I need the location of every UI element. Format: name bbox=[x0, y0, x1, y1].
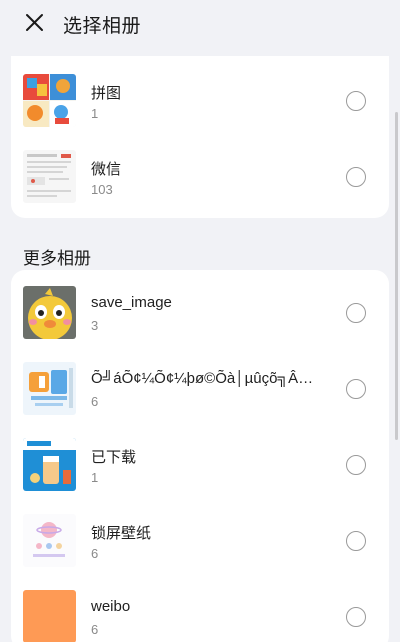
album-name: 微信 bbox=[91, 161, 122, 178]
recent-albums-card: 拼图 1 微信 103 bbox=[11, 56, 389, 218]
section-title-more-albums: 更多相册 bbox=[23, 249, 91, 268]
album-name: 锁屏壁纸 bbox=[91, 525, 152, 542]
album-count: 6 bbox=[91, 622, 99, 637]
album-row-lockscreen-wallpaper[interactable]: 锁屏壁纸 6 bbox=[11, 502, 389, 578]
album-row-wechat[interactable]: 微信 103 bbox=[11, 138, 389, 214]
album-name: 已下载 bbox=[91, 449, 137, 466]
album-thumbnail bbox=[23, 150, 76, 203]
album-name: 拼图 bbox=[91, 85, 122, 102]
album-row-garbled-folder[interactable]: Õ╝áÕ¢¼Õ¢¼þø©Õà│µûçõ╗Â╝╡… 6 bbox=[11, 350, 389, 426]
album-select-radio[interactable] bbox=[346, 303, 366, 323]
album-row-puzzle[interactable]: 拼图 1 bbox=[11, 62, 389, 138]
close-icon[interactable] bbox=[22, 10, 48, 36]
top-bar: 选择相册 bbox=[0, 0, 400, 46]
page-title: 选择相册 bbox=[63, 16, 142, 37]
album-thumbnail bbox=[23, 438, 76, 491]
album-thumbnail bbox=[23, 514, 76, 567]
album-name: weibo bbox=[91, 598, 131, 615]
album-row-downloaded[interactable]: 已下载 1 bbox=[11, 426, 389, 502]
album-thumbnail bbox=[23, 362, 76, 415]
album-select-radio[interactable] bbox=[346, 91, 366, 111]
album-select-radio[interactable] bbox=[346, 531, 366, 551]
album-thumbnail bbox=[23, 590, 76, 642]
album-select-radio[interactable] bbox=[346, 455, 366, 475]
album-name: save_image bbox=[91, 294, 172, 311]
album-count: 3 bbox=[91, 318, 99, 333]
scrollbar[interactable] bbox=[395, 112, 398, 440]
album-count: 103 bbox=[91, 182, 113, 197]
album-thumbnail bbox=[23, 286, 76, 339]
album-count: 6 bbox=[91, 394, 99, 409]
album-select-radio[interactable] bbox=[346, 167, 366, 187]
more-albums-card: save_image 3 Õ╝áÕ¢¼Õ¢¼þø©Õà│µûçõ╗Â╝╡… 6 bbox=[11, 270, 389, 642]
album-count: 1 bbox=[91, 106, 99, 121]
album-row-weibo[interactable]: weibo 6 bbox=[11, 578, 389, 642]
album-row-save-image[interactable]: save_image 3 bbox=[11, 274, 389, 350]
album-count: 6 bbox=[91, 546, 99, 561]
album-select-radio[interactable] bbox=[346, 607, 366, 627]
album-select-radio[interactable] bbox=[346, 379, 366, 399]
album-thumbnail bbox=[23, 74, 76, 127]
album-name: Õ╝áÕ¢¼Õ¢¼þø©Õà│µûçõ╗Â╝╡… bbox=[91, 370, 323, 387]
album-count: 1 bbox=[91, 470, 99, 485]
